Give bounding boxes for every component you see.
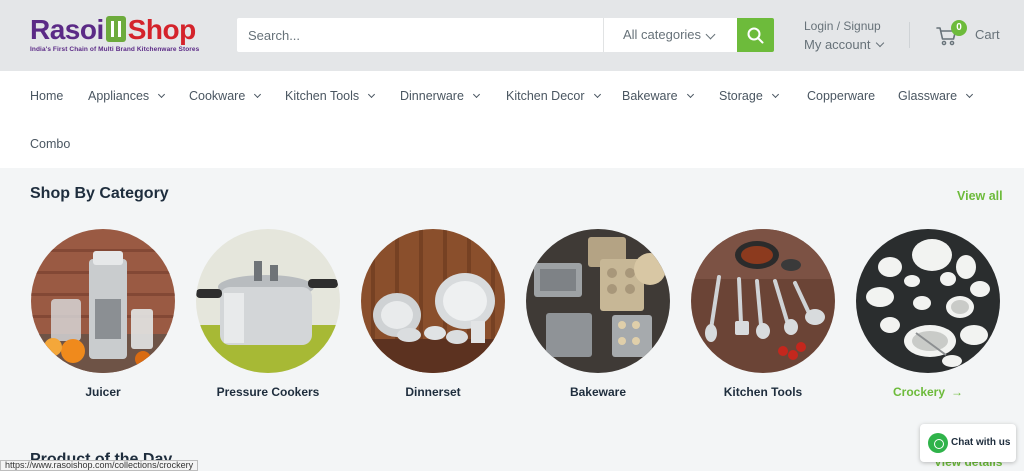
chevron-down-icon	[686, 90, 694, 99]
search-button[interactable]	[737, 18, 774, 52]
cart-count-badge: 0	[951, 20, 967, 36]
account-menu: Login / Signup My account	[804, 18, 904, 54]
arrow-right-icon: →	[951, 385, 964, 399]
nav-item-label: Copperware	[807, 89, 876, 103]
search-bar: All categories	[237, 18, 774, 52]
nav-item-label: Bakeware	[622, 89, 678, 103]
nav-item-label: Storage	[719, 89, 763, 103]
category-label: Kitchen Tools	[723, 385, 803, 399]
search-icon	[747, 27, 764, 44]
nav-item-label: Combo	[30, 137, 71, 151]
chevron-down-icon	[966, 90, 974, 99]
site-header: Rasoi Shop India's First Chain of Multi B…	[0, 0, 1024, 71]
nav-item-label: Kitchen Decor	[506, 89, 585, 103]
chevron-down-icon	[158, 90, 166, 99]
category-label: Pressure Cookers	[216, 385, 320, 399]
category-card-crockery[interactable]: Crockery →	[856, 229, 1000, 404]
nav-item-kitchen-decor[interactable]: Kitchen Decor	[506, 88, 601, 104]
chat-label: Chat with us	[951, 437, 1011, 448]
nav-item-bakeware[interactable]: Bakeware	[622, 88, 694, 104]
nav-item-label: Glassware	[898, 89, 958, 103]
view-all-link[interactable]: View all	[957, 189, 1003, 203]
section-title: Shop By Category	[30, 185, 169, 202]
search-input[interactable]	[237, 18, 603, 52]
my-account-dropdown[interactable]: My account	[804, 36, 904, 54]
logo-word-rasoi: Rasoi	[30, 14, 104, 45]
category-label: Bakeware	[569, 385, 627, 399]
nav-item-dinnerware[interactable]: Dinnerware	[400, 88, 480, 104]
my-account-label: My account	[804, 37, 871, 52]
chat-with-us-button[interactable]: Chat with us	[920, 424, 1016, 462]
category-label: Crockery	[892, 385, 946, 399]
chevron-down-icon	[254, 90, 262, 99]
category-card-bakeware[interactable]: Bakeware	[526, 229, 670, 404]
nav-item-combo[interactable]: Combo	[30, 136, 70, 152]
nav-item-appliances[interactable]: Appliances	[88, 88, 166, 104]
chevron-down-icon	[876, 38, 885, 48]
category-card-juicer[interactable]: Juicer	[31, 229, 175, 404]
nav-item-label: Home	[30, 89, 64, 103]
nav-item-kitchen-tools[interactable]: Kitchen Tools	[285, 88, 376, 104]
logo-word-shop: Shop	[127, 14, 197, 45]
login-signup-link[interactable]: Login / Signup	[804, 18, 904, 34]
cart-button[interactable]: 0 Cart	[936, 20, 1006, 48]
nav-item-glassware[interactable]: Glassware	[898, 88, 974, 104]
category-label: Juicer	[85, 385, 121, 399]
site-logo[interactable]: Rasoi Shop India's First Chain of Multi B…	[30, 14, 210, 60]
nav-item-label: Cookware	[189, 89, 246, 103]
cart-label: Cart	[975, 27, 1000, 42]
status-bar-url: https://www.rasoishop.com/collections/cr…	[0, 460, 199, 471]
chevron-down-icon	[472, 90, 480, 99]
chevron-down-icon	[593, 90, 601, 99]
category-card-kitchen-tools[interactable]: Kitchen Tools	[691, 229, 835, 404]
category-label-active: Crockery →	[836, 385, 1020, 399]
whatsapp-icon	[928, 433, 948, 453]
chevron-down-icon	[705, 29, 716, 40]
category-card-pressure-cookers[interactable]: Pressure Cookers	[196, 229, 340, 404]
category-image-bakeware	[526, 229, 670, 373]
chevron-down-icon	[368, 90, 376, 99]
category-image-pressure-cookers	[196, 229, 340, 373]
logo-tagline: India's First Chain of Multi Brand Kitch…	[30, 46, 200, 53]
category-image-dinnerset	[361, 229, 505, 373]
chevron-down-icon	[771, 90, 779, 99]
nav-item-label: Appliances	[88, 89, 150, 103]
nav-item-cookware[interactable]: Cookware	[189, 88, 262, 104]
category-card-dinnerset[interactable]: Dinnerset	[361, 229, 505, 404]
category-label: Dinnerset	[405, 385, 461, 399]
nav-item-storage[interactable]: Storage	[719, 88, 779, 104]
category-image-crockery	[856, 229, 1000, 373]
category-select-value: All categories	[623, 27, 702, 42]
nav-item-home[interactable]: Home	[30, 88, 63, 104]
category-image-juicer	[31, 229, 175, 373]
main-navigation: Home Appliances Cookware Kitchen Tools D…	[0, 71, 1024, 168]
nav-item-label: Dinnerware	[400, 89, 464, 103]
category-select[interactable]: All categories	[603, 18, 737, 52]
nav-item-label: Kitchen Tools	[285, 89, 360, 103]
category-image-kitchen-tools	[691, 229, 835, 373]
utensils-icon	[105, 16, 126, 42]
nav-item-copperware[interactable]: Copperware	[807, 88, 875, 104]
header-divider	[909, 22, 910, 48]
